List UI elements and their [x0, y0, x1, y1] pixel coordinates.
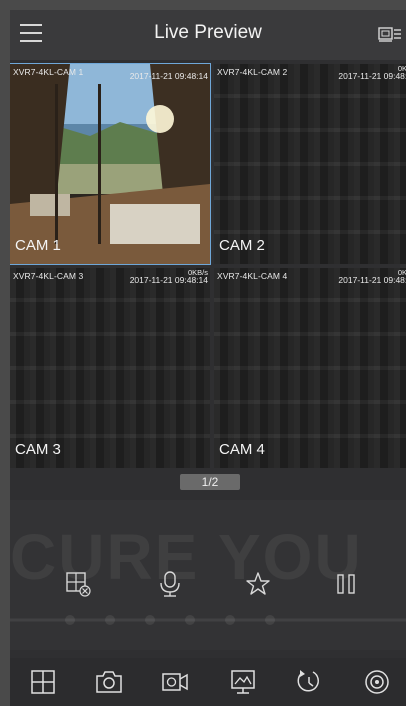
ptz-control-icon[interactable]: [362, 668, 392, 696]
camera-timestamp: 2017-11-21 09:48:1: [338, 71, 406, 81]
favorite-star-icon[interactable]: [244, 570, 272, 598]
camera-tile-4[interactable]: XVR7-4KL-CAM 4 0KB 2017-11-21 09:48:1 CA…: [214, 268, 406, 468]
camera-label: CAM 3: [15, 441, 61, 458]
camera-grid: XVR7-4KL-CAM 1 2017-11-21 09:48:14 CAM 1…: [10, 63, 406, 468]
snapshot-camera-icon[interactable]: [94, 668, 124, 696]
camera-name: XVR7-4KL-CAM 3: [13, 271, 84, 281]
microphone-icon[interactable]: [156, 570, 184, 598]
decorative-stars: [10, 615, 406, 625]
camera-name: XVR7-4KL-CAM 4: [217, 271, 288, 281]
page-title: Live Preview: [154, 22, 262, 43]
stream-quality-icon[interactable]: [228, 668, 258, 696]
page-indicator[interactable]: 1/2: [180, 474, 240, 490]
pause-icon[interactable]: [332, 570, 360, 598]
live-preview-screen: Live Preview XVR7-4KL-CAM 1 2017-11-21 0…: [10, 10, 406, 706]
camera-tile-3[interactable]: XVR7-4KL-CAM 3 0KB/s 2017-11-21 09:48:14…: [10, 268, 210, 468]
record-video-icon[interactable]: [160, 668, 190, 696]
camera-timestamp: 2017-11-21 09:48:14: [129, 71, 208, 81]
split-screen-icon[interactable]: [28, 668, 58, 696]
camera-label: CAM 2: [219, 237, 265, 254]
camera-label: CAM 1: [15, 237, 61, 254]
camera-name: XVR7-4KL-CAM 1: [13, 67, 84, 77]
camera-label: CAM 4: [219, 441, 265, 458]
bottom-toolbar: [10, 658, 406, 706]
header-bar: Live Preview: [10, 10, 406, 60]
camera-timestamp: 2017-11-21 09:48:1: [338, 275, 406, 285]
playback-icon[interactable]: [294, 668, 324, 696]
live-controls-panel: CURE YOU: [10, 500, 406, 650]
camera-tile-2[interactable]: XVR7-4KL-CAM 2 0KB 2017-11-21 09:48:1 CA…: [214, 64, 406, 264]
camera-tile-1[interactable]: XVR7-4KL-CAM 1 2017-11-21 09:48:14 CAM 1: [10, 63, 211, 265]
camera-1-feed: [10, 64, 210, 264]
device-list-icon[interactable]: [378, 23, 402, 45]
camera-name: XVR7-4KL-CAM 2: [217, 67, 288, 77]
camera-timestamp: 2017-11-21 09:48:14: [129, 275, 208, 285]
close-all-icon[interactable]: [64, 570, 92, 598]
